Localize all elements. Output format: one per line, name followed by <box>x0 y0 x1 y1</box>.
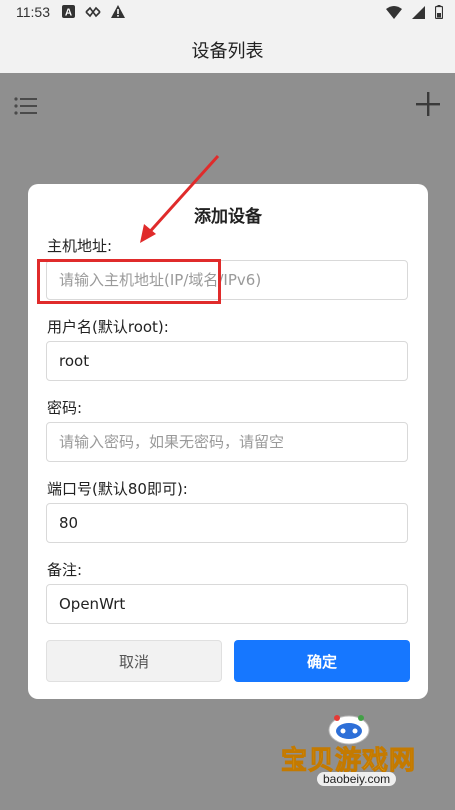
battery-icon <box>435 5 443 19</box>
add-icon[interactable] <box>414 90 442 118</box>
port-input[interactable] <box>47 504 407 542</box>
port-field <box>46 503 408 543</box>
username-label: 用户名(默认root): <box>47 318 169 336</box>
status-bar: 11:53 A <box>0 0 455 26</box>
warning-icon <box>111 5 125 18</box>
annotation-arrow <box>140 154 220 243</box>
password-label: 密码: <box>47 399 83 417</box>
remark-input[interactable] <box>47 585 407 623</box>
cancel-button[interactable]: 取消 <box>46 640 222 682</box>
wifi-icon <box>386 5 402 19</box>
app-bar: 设备列表 <box>0 26 455 73</box>
host-label: 主机地址: <box>47 237 113 255</box>
a-badge-icon: A <box>62 5 75 18</box>
link-icon <box>85 6 101 17</box>
remark-field <box>46 584 408 624</box>
watermark: 宝贝游戏网 baobeiy.com <box>277 712 427 802</box>
screen: 11:53 A 设备列表 添加设备 主机地址: 请输入主机地址(IP/域名/IP… <box>0 0 455 810</box>
list-menu-icon[interactable] <box>14 96 38 116</box>
status-icons-left: A <box>62 5 125 18</box>
port-label: 端口号(默认80即可): <box>47 480 188 498</box>
annotation-highlight-box <box>37 259 221 304</box>
remark-label: 备注: <box>47 561 83 579</box>
page-title: 设备列表 <box>191 40 264 62</box>
status-icons-right <box>386 5 443 19</box>
watermark-url: baobeiy.com <box>317 772 397 786</box>
cellular-icon <box>412 5 425 19</box>
status-time: 11:53 <box>16 4 50 20</box>
username-input[interactable] <box>47 342 407 380</box>
svg-text:A: A <box>65 8 72 19</box>
password-input[interactable] <box>47 423 407 461</box>
confirm-button[interactable]: 确定 <box>234 640 410 682</box>
username-field <box>46 341 408 381</box>
password-field <box>46 422 408 462</box>
